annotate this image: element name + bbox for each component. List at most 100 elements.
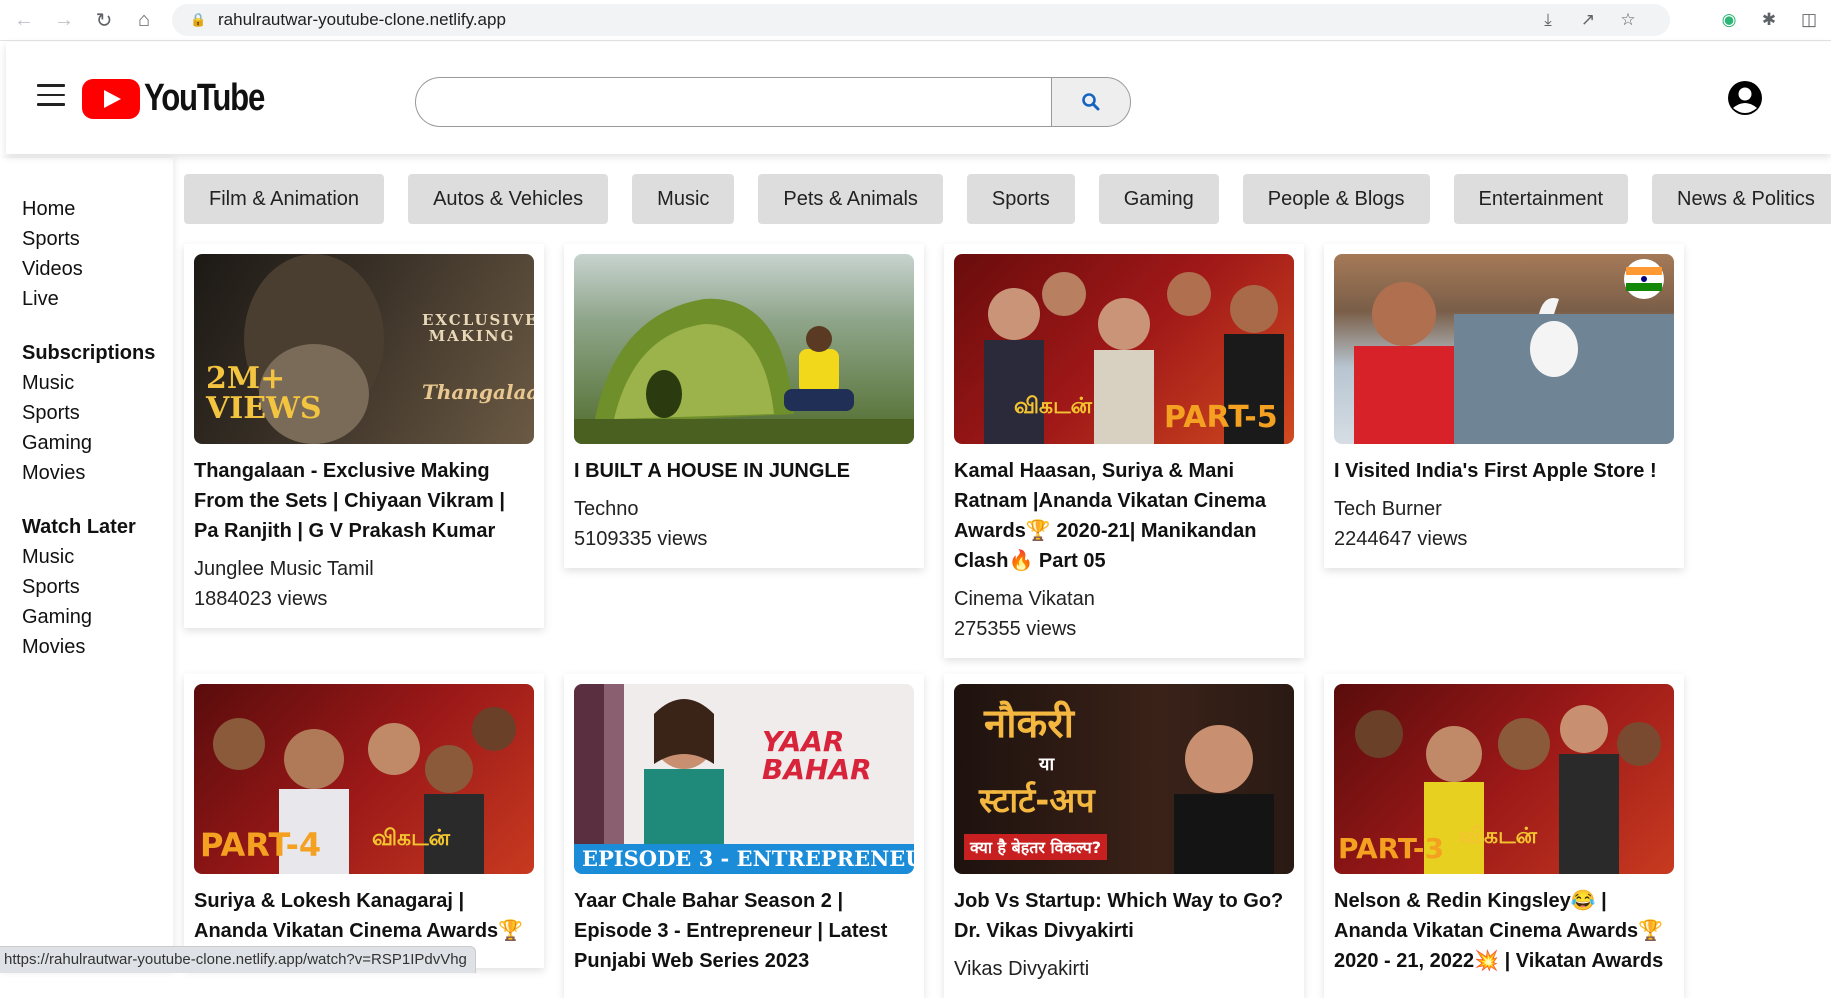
bookmark-star-icon[interactable]: ☆	[1615, 10, 1641, 30]
video-card[interactable]: PART-4 விகடன் Suriya & Lokesh Kanagaraj …	[184, 674, 544, 968]
video-title[interactable]: I BUILT A HOUSE IN JUNGLE	[574, 456, 914, 486]
sidepanel-icon[interactable]: ◫	[1797, 10, 1821, 30]
thumbnail-overlay-text: விகடன்	[1014, 394, 1092, 419]
video-thumbnail[interactable]: YAAR BAHAR EPISODE 3 - ENTREPRENEUR	[574, 684, 914, 874]
thumbnail-overlay-text: 2M+ VIEWS	[206, 361, 322, 426]
sidebar-item-subscriptions-music[interactable]: Music	[22, 368, 173, 398]
video-card[interactable]: EXCLUSIVE MAKING 2M+ VIEWS Thangalaan Th…	[184, 244, 544, 628]
video-views: 5109335 views	[574, 528, 708, 550]
sidebar-item-subscriptions-sports[interactable]: Sports	[22, 398, 173, 428]
category-bar: Film & Animation Autos & Vehicles Music …	[184, 174, 1831, 224]
thumbnail-overlay-text: क्या है बेहतर विकल्प?	[964, 834, 1108, 860]
sidebar-item-watch-later-music[interactable]: Music	[22, 542, 173, 572]
install-icon[interactable]: ⤓	[1535, 10, 1561, 30]
video-channel[interactable]: Tech Burner	[1334, 494, 1674, 524]
lock-icon[interactable]: 🔒	[190, 12, 206, 28]
home-icon[interactable]: ⌂	[124, 0, 164, 40]
video-thumbnail[interactable]: PART-4 விகடன்	[194, 684, 534, 874]
extension-icon[interactable]: ◉	[1717, 10, 1741, 30]
hamburger-menu-icon[interactable]	[37, 84, 65, 106]
search-button[interactable]	[1051, 77, 1131, 127]
video-views: 1884023 views	[194, 588, 328, 610]
video-title[interactable]: Kamal Haasan, Suriya & Mani Ratnam |Anan…	[954, 456, 1294, 576]
video-thumbnail[interactable]: PART-3 விகடன்	[1334, 684, 1674, 874]
sidebar-item-home[interactable]: Home	[22, 194, 173, 224]
thumbnail-overlay-text: EPISODE 3 - ENTREPRENEUR	[582, 846, 914, 871]
thumbnail-overlay-text: नौकरी	[984, 701, 1074, 747]
category-chip[interactable]: Film & Animation	[184, 174, 385, 224]
sidebar: Home Sports Videos Live Subscriptions Mu…	[0, 158, 173, 973]
sidebar-item-subscriptions-gaming[interactable]: Gaming	[22, 428, 173, 458]
forward-icon[interactable]: →	[44, 0, 84, 40]
play-icon	[82, 78, 140, 119]
video-title[interactable]: I Visited India's First Apple Store !	[1334, 456, 1674, 486]
thumbnail-overlay-text: விகடன்	[372, 826, 450, 851]
sidebar-item-live[interactable]: Live	[22, 284, 173, 314]
thumbnail-overlay-text: PART-3	[1338, 832, 1445, 865]
video-title[interactable]: Suriya & Lokesh Kanagaraj | Ananda Vikat…	[194, 886, 534, 946]
thumbnail-overlay-text: स्टार्ट-अप	[979, 781, 1095, 821]
thumbnail-overlay-text: EXCLUSIVE MAKING	[422, 311, 534, 345]
video-channel[interactable]: Vikas Divyakirti	[954, 954, 1294, 984]
category-chip[interactable]: News & Politics	[1652, 174, 1831, 224]
video-views: 2244647 views	[1334, 528, 1468, 550]
video-thumbnail[interactable]	[1334, 254, 1674, 444]
video-card[interactable]: नौकरी या स्टार्ट-अप क्या है बेहतर विकल्प…	[944, 674, 1304, 998]
video-card[interactable]: விகடன் PART-5 Kamal Haasan, Suriya & Man…	[944, 244, 1304, 658]
subscriptions-heading: Subscriptions	[22, 342, 156, 364]
thumbnail-overlay-text: Thangalaan	[422, 380, 534, 404]
video-title[interactable]: Thangalaan - Exclusive Making From the S…	[194, 456, 534, 546]
category-chip[interactable]: People & Blogs	[1242, 174, 1430, 224]
video-thumbnail[interactable]: விகடன் PART-5	[954, 254, 1294, 444]
video-card[interactable]: I Visited India's First Apple Store ! Te…	[1324, 244, 1684, 568]
video-channel[interactable]: Cinema Vikatan	[954, 584, 1294, 614]
category-chip[interactable]: Sports	[966, 174, 1075, 224]
video-title[interactable]: Nelson & Redin Kingsley😂 | Ananda Vikata…	[1334, 886, 1674, 976]
category-chip[interactable]: Gaming	[1098, 174, 1219, 224]
video-title[interactable]: Job Vs Startup: Which Way to Go? Dr. Vik…	[954, 886, 1294, 946]
puzzle-icon[interactable]: ✱	[1757, 10, 1781, 30]
video-title[interactable]: Yaar Chale Bahar Season 2 | Episode 3 - …	[574, 886, 914, 976]
user-avatar-icon[interactable]	[1727, 80, 1763, 116]
category-chip[interactable]: Music	[632, 174, 735, 224]
thumbnail-art	[574, 298, 914, 444]
video-thumbnail[interactable]	[574, 254, 914, 444]
sidebar-item-videos[interactable]: Videos	[22, 254, 173, 284]
sidebar-item-watch-later-sports[interactable]: Sports	[22, 572, 173, 602]
thumbnail-overlay-text: PART-5	[1164, 400, 1278, 435]
video-views: 275355 views	[954, 618, 1077, 640]
category-chip[interactable]: Entertainment	[1453, 174, 1629, 224]
app-header: YouTube	[6, 42, 1831, 154]
address-url: rahulrautwar-youtube-clone.netlify.app	[218, 10, 506, 29]
watch-later-heading: Watch Later	[22, 516, 136, 538]
search-icon	[1082, 93, 1100, 111]
thumbnail-overlay-text: விகடன்	[1459, 824, 1537, 849]
thumbnail-overlay-text: या	[1039, 754, 1055, 775]
thumbnail-art	[1354, 259, 1674, 444]
youtube-logo[interactable]: YouTube	[82, 77, 290, 120]
search-input[interactable]	[415, 77, 1051, 127]
reload-icon[interactable]: ↻	[84, 0, 124, 40]
search-bar	[415, 77, 1131, 127]
back-icon[interactable]: ←	[4, 0, 44, 40]
sidebar-item-sports[interactable]: Sports	[22, 224, 173, 254]
thumbnail-overlay-text: YAAR BAHAR	[762, 725, 872, 786]
video-thumbnail[interactable]: EXCLUSIVE MAKING 2M+ VIEWS Thangalaan	[194, 254, 534, 444]
link-status-bar: https://rahulrautwar-youtube-clone.netli…	[0, 946, 476, 973]
sidebar-item-watch-later-gaming[interactable]: Gaming	[22, 602, 173, 632]
video-card[interactable]: I BUILT A HOUSE IN JUNGLE Techno 5109335…	[564, 244, 924, 568]
video-channel[interactable]: Techno	[574, 494, 914, 524]
sidebar-item-subscriptions-movies[interactable]: Movies	[22, 458, 173, 488]
sidebar-item-watch-later-movies[interactable]: Movies	[22, 632, 173, 662]
share-icon[interactable]: ↗	[1575, 10, 1601, 30]
address-bar[interactable]: 🔒 rahulrautwar-youtube-clone.netlify.app	[172, 4, 1670, 36]
video-thumbnail[interactable]: नौकरी या स्टार्ट-अप क्या है बेहतर विकल्प…	[954, 684, 1294, 874]
video-card[interactable]: YAAR BAHAR EPISODE 3 - ENTREPRENEUR Yaar…	[564, 674, 924, 998]
video-card[interactable]: PART-3 விகடன் Nelson & Redin Kingsley😂 |…	[1324, 674, 1684, 998]
category-chip[interactable]: Pets & Animals	[758, 174, 943, 224]
category-chip[interactable]: Autos & Vehicles	[408, 174, 609, 224]
browser-toolbar: ← → ↻ ⌂ 🔒 rahulrautwar-youtube-clone.net…	[0, 0, 1831, 41]
logo-wordmark: YouTube	[144, 77, 265, 119]
thumbnail-overlay-text: PART-4	[200, 826, 322, 864]
video-channel[interactable]: Junglee Music Tamil	[194, 554, 534, 584]
